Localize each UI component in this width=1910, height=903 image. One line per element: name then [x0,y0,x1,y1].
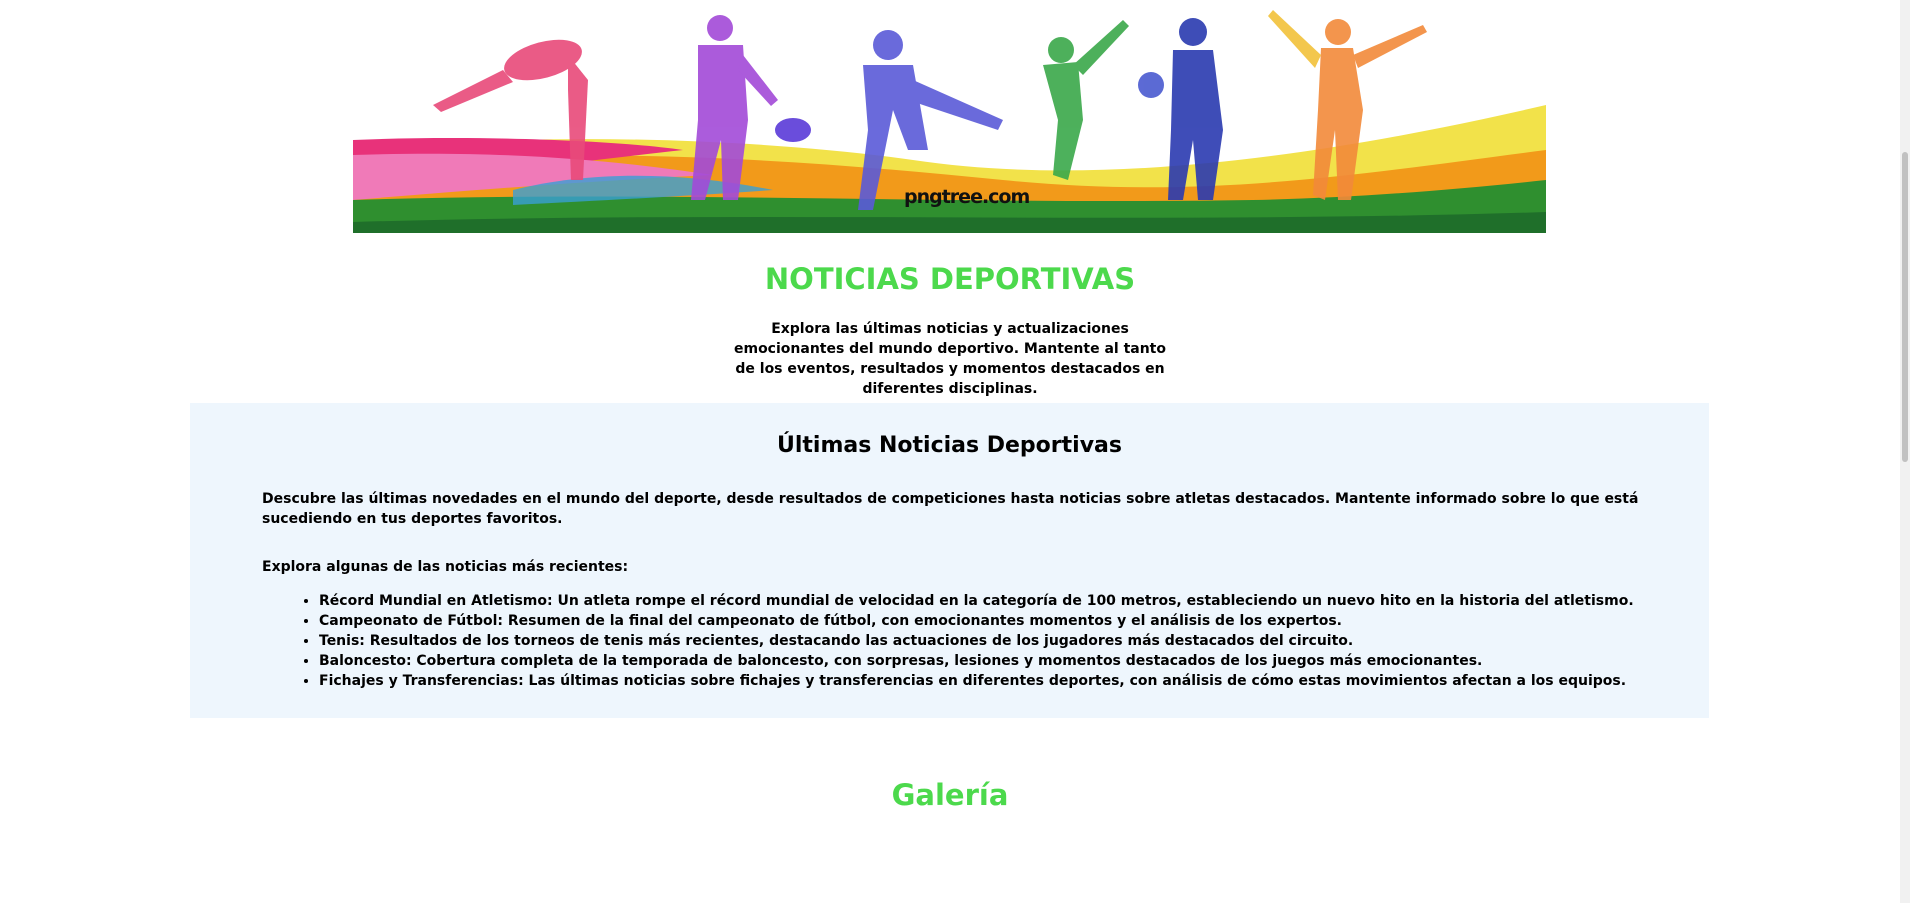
news-subtitle: Explora algunas de las noticias más reci… [262,559,629,575]
news-list: Récord Mundial en Atletismo: Un atleta r… [262,591,1634,691]
banner-watermark: pngtree.com [904,186,1030,208]
vertical-scrollbar[interactable] [1900,0,1910,903]
news-item-transfers: Fichajes y Transferencias: Las últimas n… [319,671,1634,691]
news-item-athletics: Récord Mundial en Atletismo: Un atleta r… [319,591,1634,611]
page-title: NOTICIAS DEPORTIVAS [764,262,1136,296]
page: pngtree.com NOTICIAS DEPORTIVAS Explora … [0,0,1900,903]
intro-text: Explora las últimas noticias y actualiza… [733,321,1166,397]
scrollbar-thumb[interactable] [1902,152,1908,462]
news-item-tennis: Tenis: Resultados de los torneos de teni… [319,631,1634,651]
news-section: Últimas Noticias Deportivas Descubre las… [190,403,1709,718]
news-section-title: Últimas Noticias Deportivas [777,433,1122,458]
sports-banner-image: pngtree.com [353,0,1546,233]
news-item-basketball: Baloncesto: Cobertura completa de la tem… [319,651,1634,671]
news-description: Descubre las últimas novedades en el mun… [262,491,1639,527]
gallery-title: Galería [891,778,1009,812]
news-item-football: Campeonato de Fútbol: Resumen de la fina… [319,611,1634,631]
